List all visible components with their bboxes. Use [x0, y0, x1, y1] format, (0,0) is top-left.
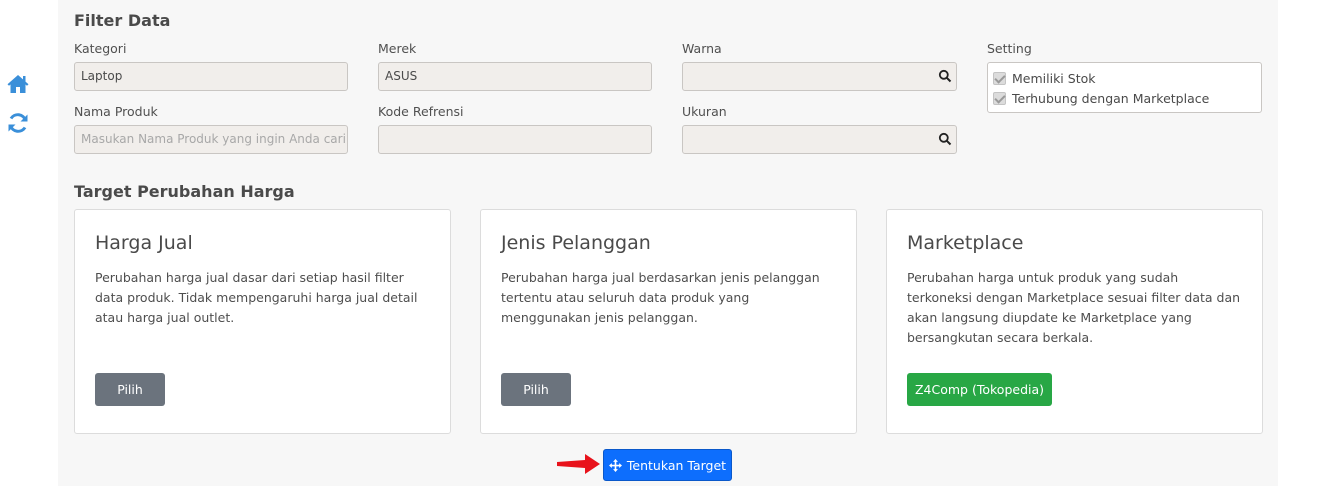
card-title: Jenis Pelanggan — [501, 232, 651, 254]
nama-produk-label: Nama Produk — [74, 104, 158, 119]
card-jenis-pelanggan: Jenis Pelanggan Perubahan harga jual ber… — [480, 209, 857, 434]
pilih-jenis-pelanggan-button[interactable]: Pilih — [501, 373, 571, 406]
sidebar — [0, 0, 58, 486]
warna-label: Warna — [682, 41, 722, 56]
refresh-icon[interactable] — [6, 111, 30, 135]
card-description: Perubahan harga untuk produk yang sudah … — [907, 270, 1241, 345]
setting-option-memiliki-stok[interactable]: Memiliki Stok — [993, 69, 1095, 87]
setting-box: Memiliki Stok Terhubung dengan Marketpla… — [987, 62, 1262, 113]
marketplace-store-button[interactable]: Z4Comp (Tokopedia) — [907, 373, 1052, 406]
kategori-field[interactable]: Laptop — [74, 62, 348, 91]
red-arrow-annotation — [557, 454, 600, 474]
card-marketplace: Marketplace Perubahan harga untuk produk… — [886, 209, 1263, 434]
terhubung-marketplace-label: Terhubung dengan Marketplace — [1012, 90, 1210, 106]
nama-produk-field[interactable]: Masukan Nama Produk yang ingin Anda cari — [74, 125, 348, 154]
search-icon[interactable] — [938, 69, 952, 83]
memiliki-stok-label: Memiliki Stok — [1012, 70, 1096, 86]
setting-option-terhubung-marketplace[interactable]: Terhubung dengan Marketplace — [993, 89, 1209, 107]
pilih-harga-jual-button[interactable]: Pilih — [95, 373, 165, 406]
merek-label: Merek — [378, 41, 417, 56]
card-harga-jual: Harga Jual Perubahan harga jual dasar da… — [74, 209, 451, 434]
tentukan-target-label: Tentukan Target — [626, 457, 727, 473]
ukuran-label: Ukuran — [682, 104, 727, 119]
ukuran-field[interactable] — [682, 125, 957, 154]
crosshair-move-icon — [608, 458, 622, 472]
main-panel: Filter Data Kategori Laptop Merek ASUS W… — [58, 0, 1278, 486]
target-section-title: Target Perubahan Harga — [74, 182, 295, 201]
card-description: Perubahan harga jual berdasarkan jenis p… — [501, 270, 820, 325]
kode-refrensi-label: Kode Refrensi — [378, 104, 464, 119]
tentukan-target-button[interactable]: Tentukan Target — [603, 449, 732, 481]
checkbox-terhubung-marketplace[interactable] — [993, 91, 1006, 105]
kode-refrensi-field[interactable] — [378, 125, 652, 154]
warna-field[interactable] — [682, 62, 957, 91]
setting-label: Setting — [987, 41, 1032, 56]
filter-data-title: Filter Data — [74, 11, 171, 30]
checkbox-memiliki-stok[interactable] — [993, 71, 1006, 85]
card-title: Marketplace — [907, 232, 1024, 254]
home-icon[interactable] — [6, 72, 30, 96]
search-icon[interactable] — [938, 132, 952, 146]
merek-field[interactable]: ASUS — [378, 62, 652, 91]
kategori-label: Kategori — [74, 41, 127, 56]
card-title: Harga Jual — [95, 232, 193, 254]
card-description: Perubahan harga jual dasar dari setiap h… — [95, 270, 418, 325]
